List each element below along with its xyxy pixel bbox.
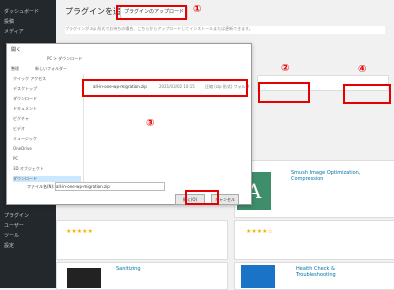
sidebar-item[interactable]: ツール	[4, 232, 50, 240]
tree-item[interactable]: ミュージック	[13, 136, 81, 142]
plugin-title[interactable]: Smush Image Optimization, Compression	[291, 170, 381, 182]
filename-label: ファイル名(N):	[27, 184, 55, 189]
tree-item[interactable]: ダウンロード	[13, 96, 81, 102]
tree-item[interactable]: OneDrive	[13, 146, 81, 152]
annotation-box-3	[82, 79, 248, 97]
annotation-box-1	[116, 5, 187, 20]
rating-stars: ★★★★☆	[246, 228, 273, 235]
annotation-number-2: ②	[281, 63, 290, 74]
tree-item[interactable]: 3D オブジェクト	[13, 166, 81, 172]
sidebar-item[interactable]: ユーザー	[4, 222, 50, 230]
annotation-box-4	[343, 84, 391, 104]
sidebar-item[interactable]: メディア	[4, 28, 50, 36]
annotation-number-4: ④	[358, 64, 367, 75]
plugin-icon-qr	[67, 268, 101, 288]
plugin-icon-health	[241, 265, 275, 288]
breadcrumb[interactable]: PC > ダウンロード	[47, 56, 82, 62]
annotation-number-3: ③	[146, 118, 155, 129]
sidebar-item[interactable]: 投稿	[4, 18, 50, 26]
plugin-card	[56, 220, 228, 260]
rating-stars: ★★★★★	[66, 228, 93, 235]
sidebar-item[interactable]: 設定	[4, 242, 50, 250]
sidebar-item[interactable]: ダッシュボード	[4, 8, 50, 16]
upload-notice: プラグインが.zip 形式でお持ちの場合、こちらからアップロードしてインストール…	[65, 26, 385, 34]
folder-tree: クイック アクセス デスクトップ ダウンロード ドキュメント ピクチャ ビデオ …	[9, 74, 84, 186]
new-folder-button[interactable]: 新しいフォルダー	[35, 66, 67, 72]
tree-item[interactable]: クイック アクセス	[13, 76, 81, 82]
annotation-box-open	[185, 190, 219, 205]
plugin-card	[234, 220, 394, 260]
annotation-box-2	[258, 82, 310, 103]
filename-input[interactable]: all-in-one-wp-migration.zip	[55, 182, 165, 191]
plugin-title[interactable]: Health Check & Troubleshooting	[296, 266, 366, 278]
file-open-dialog: 開く PC > ダウンロード 整理 新しいフォルダー クイック アクセス デスク…	[6, 43, 252, 205]
dialog-title: 開く	[11, 47, 22, 53]
tree-item[interactable]: デスクトップ	[13, 86, 81, 92]
plugin-title[interactable]: Sanitizing	[116, 266, 141, 272]
organize-menu[interactable]: 整理	[11, 66, 19, 72]
tree-item[interactable]: ピクチャ	[13, 116, 81, 122]
sidebar-item[interactable]: プラグイン	[4, 212, 50, 220]
annotation-number-1: ①	[193, 4, 202, 15]
tree-item[interactable]: ビデオ	[13, 126, 81, 132]
tree-item[interactable]: ドキュメント	[13, 106, 81, 112]
tree-item[interactable]: PC	[13, 156, 81, 162]
